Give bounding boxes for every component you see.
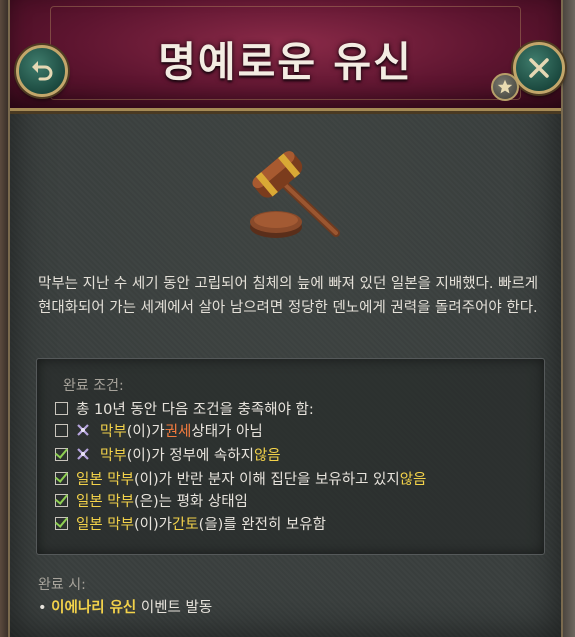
completion-title: 완료 시: bbox=[38, 577, 86, 593]
checkbox-checked-icon bbox=[55, 493, 68, 507]
condition-row: 막부 (이)가 정부에 속하지 않음 bbox=[55, 443, 281, 465]
condition-row: 일본 막부 (이)가 간토 (을)를 완전히 보유함 bbox=[55, 512, 326, 534]
status-link-power[interactable]: 권세 bbox=[165, 420, 192, 441]
condition-text: (은)는 평화 상태임 bbox=[133, 493, 248, 510]
condition-row: 막부 (이)가 권세 상태가 아님 bbox=[55, 419, 263, 441]
favorite-button[interactable] bbox=[491, 73, 519, 101]
conditions-title: 완료 조건: bbox=[63, 378, 124, 394]
condition-text: 총 10년 동안 다음 조건을 충족해야 함: bbox=[76, 401, 314, 418]
condition-text: (을)를 완전히 보유함 bbox=[198, 516, 326, 533]
conditions-panel: 완료 조건: 총 10년 동안 다음 조건을 충족해야 함: 막부 (이)가 권… bbox=[36, 358, 545, 555]
condition-row: 총 10년 동안 다음 조건을 충족해야 함: bbox=[55, 397, 314, 419]
condition-text: (이)가 bbox=[126, 423, 165, 440]
condition-emphasis: 않음 bbox=[253, 447, 281, 464]
region-link-kanto[interactable]: 간토 bbox=[172, 513, 199, 534]
country-link-japan-shogunate[interactable]: 일본 막부 bbox=[76, 468, 134, 489]
country-link-japan-shogunate[interactable]: 일본 막부 bbox=[76, 513, 134, 534]
completion-effect: • 이에나리 유신 이벤트 발동 bbox=[38, 596, 212, 617]
country-link-japan-shogunate[interactable]: 일본 막부 bbox=[76, 490, 134, 511]
event-link[interactable]: 이에나리 유신 bbox=[51, 600, 136, 616]
shogunate-crossed-swords-icon bbox=[77, 448, 89, 460]
completion-text: 이벤트 발동 bbox=[136, 600, 213, 616]
journal-entry-window: 명예로운 유신 막부는 지난 수 세기 동안 고립되어 침체의 늪에 빠져 있던… bbox=[8, 0, 565, 637]
star-icon bbox=[497, 79, 513, 94]
condition-row: 일본 막부 (이)가 반란 분자 이해 집단을 보유하고 있지 않음 bbox=[55, 467, 426, 489]
country-link-shogunate[interactable]: 막부 bbox=[100, 420, 127, 441]
title-banner: 명예로운 유신 bbox=[10, 0, 561, 111]
page-title: 명예로운 유신 bbox=[158, 38, 413, 86]
journal-description: 막부는 지난 수 세기 동안 고립되어 침체의 늪에 빠져 있던 일본을 지배했… bbox=[38, 276, 539, 316]
condition-text: (이)가 반란 분자 이해 집단을 보유하고 있지 bbox=[133, 471, 400, 488]
checkbox-unchecked-icon bbox=[55, 423, 68, 437]
close-button[interactable] bbox=[513, 42, 565, 94]
condition-emphasis: 않음 bbox=[399, 471, 427, 488]
checkbox-checked-icon bbox=[55, 447, 68, 461]
close-x-icon bbox=[529, 58, 549, 78]
gavel-icon bbox=[250, 151, 340, 238]
country-link-shogunate[interactable]: 막부 bbox=[100, 444, 127, 465]
undo-arrow-icon bbox=[32, 61, 53, 81]
checkbox-unchecked-icon bbox=[55, 401, 68, 415]
condition-text: (이)가 정부에 속하지 bbox=[126, 447, 254, 464]
bullet: • bbox=[38, 600, 47, 616]
shogunate-crossed-swords-icon bbox=[77, 424, 89, 436]
checkbox-checked-icon bbox=[55, 471, 68, 485]
condition-text: 상태가 아님 bbox=[191, 423, 263, 440]
gavel-illustration bbox=[238, 145, 348, 245]
condition-row: 일본 막부 (은)는 평화 상태임 bbox=[55, 489, 248, 511]
back-button[interactable] bbox=[16, 45, 68, 97]
checkbox-checked-icon bbox=[55, 516, 68, 530]
condition-text: (이)가 bbox=[133, 516, 172, 533]
